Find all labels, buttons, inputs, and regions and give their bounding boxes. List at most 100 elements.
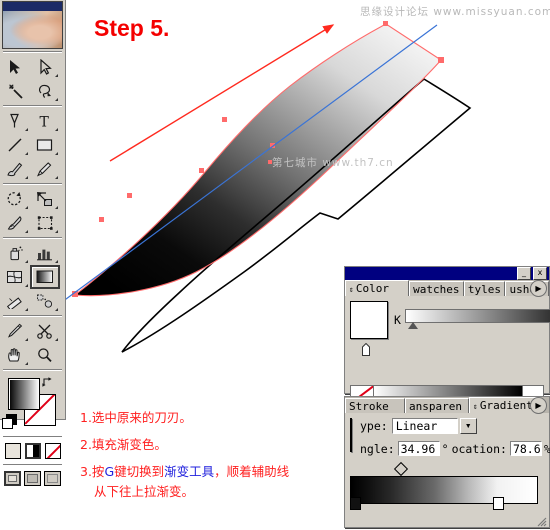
tab-stroke-label: Stroke bbox=[349, 400, 389, 413]
k-slider-track[interactable] bbox=[404, 309, 550, 323]
tool-expand-triangle[interactable] bbox=[55, 206, 58, 209]
tool-expand-triangle[interactable] bbox=[25, 176, 28, 179]
gradient-stop-left[interactable] bbox=[350, 497, 361, 510]
paintbrush-tool[interactable] bbox=[0, 157, 30, 181]
tool-expand-triangle[interactable] bbox=[25, 284, 28, 287]
screen-mode-row[interactable] bbox=[0, 468, 65, 490]
default-fill-box bbox=[2, 418, 13, 429]
symbol-sprayer-tool[interactable] bbox=[0, 241, 30, 265]
close-button[interactable]: x bbox=[533, 267, 547, 280]
toolbox-banner-image bbox=[2, 1, 63, 49]
chevron-down-icon[interactable]: ▼ bbox=[459, 418, 477, 434]
instruction-line-1: 1.选中原来的刀刃。 bbox=[80, 410, 192, 425]
color-palette-titlebar[interactable]: _ x bbox=[345, 267, 549, 280]
gradient-type-value: Linear bbox=[395, 419, 438, 433]
watermark-top: 思缘设计论坛 www.missyuan.com bbox=[360, 6, 550, 18]
gradient-palette-body: ype: Linear ▼ ngle: 34.96 ° ocation: 78.… bbox=[345, 413, 550, 527]
tool-expand-triangle[interactable] bbox=[55, 230, 58, 233]
tool-expand-triangle[interactable] bbox=[25, 128, 28, 131]
gradient-angle-field[interactable]: 34.96 bbox=[397, 441, 440, 456]
column-graph-tool[interactable] bbox=[30, 241, 60, 265]
tool-expand-triangle[interactable] bbox=[55, 308, 58, 311]
instruction-line-2: 2.填充渐变色。 bbox=[80, 437, 167, 452]
divider bbox=[3, 464, 62, 466]
free-transform-tool[interactable] bbox=[30, 211, 60, 235]
scale-tool[interactable] bbox=[30, 187, 60, 211]
instruction-3-tool: 渐变工具 bbox=[164, 464, 215, 479]
tool-expand-triangle[interactable] bbox=[55, 152, 58, 155]
palette-menu-arrow-icon[interactable]: ▶ bbox=[530, 397, 547, 414]
blend-tool[interactable] bbox=[30, 289, 60, 313]
gradient-fill-mode-button[interactable] bbox=[24, 443, 41, 459]
color-fill-mode-button[interactable] bbox=[4, 443, 21, 459]
tab-stroke[interactable]: Stroke bbox=[345, 398, 405, 413]
color-palette[interactable]: _ x ⇕ Color watches tyles ushes ▶ K bbox=[344, 266, 550, 404]
tab-color[interactable]: ⇕ Color bbox=[345, 280, 410, 296]
standard-screen-mode-button[interactable] bbox=[4, 471, 21, 486]
tab-styles[interactable]: tyles bbox=[463, 281, 506, 296]
slice-tool[interactable] bbox=[0, 319, 30, 343]
eyedropper-tool[interactable] bbox=[0, 289, 30, 313]
toolbox-panel[interactable]: T bbox=[0, 0, 66, 486]
divider bbox=[3, 237, 62, 239]
tool-expand-triangle[interactable] bbox=[55, 74, 58, 77]
tab-transparency[interactable]: ansparen bbox=[405, 398, 469, 413]
gradient-type-select[interactable]: Linear bbox=[391, 418, 458, 434]
tool-expand-triangle[interactable] bbox=[55, 260, 58, 263]
gradient-preview-swatch[interactable] bbox=[350, 418, 352, 452]
line-segment-tool[interactable] bbox=[0, 133, 30, 157]
active-fill-swatch[interactable] bbox=[350, 301, 388, 339]
k-slider-thumb[interactable] bbox=[407, 322, 418, 329]
venus-illustration bbox=[3, 11, 62, 48]
tool-expand-triangle[interactable] bbox=[25, 308, 28, 311]
gradient-stop-right[interactable] bbox=[493, 497, 504, 510]
minimize-button[interactable]: _ bbox=[517, 267, 531, 280]
tool-expand-triangle[interactable] bbox=[55, 338, 58, 341]
tool-expand-triangle[interactable] bbox=[25, 230, 28, 233]
pen-tool[interactable] bbox=[0, 109, 30, 133]
full-screen-with-menu-button[interactable] bbox=[24, 471, 41, 486]
tool-expand-triangle[interactable] bbox=[25, 362, 28, 365]
hand-tool[interactable] bbox=[0, 343, 30, 367]
none-fill-mode-button[interactable] bbox=[44, 443, 61, 459]
lasso-tool[interactable] bbox=[30, 79, 60, 103]
swap-fill-stroke-icon[interactable] bbox=[42, 375, 54, 387]
tab-swatches[interactable]: watches bbox=[409, 281, 464, 296]
rectangle-tool[interactable] bbox=[30, 133, 60, 157]
page-title: Step 5. bbox=[94, 15, 170, 41]
tool-expand-triangle[interactable] bbox=[55, 98, 58, 101]
palette-menu-arrow-icon[interactable]: ▶ bbox=[530, 280, 547, 297]
resize-grip-icon[interactable] bbox=[536, 514, 547, 527]
zoom-tool[interactable] bbox=[30, 343, 60, 367]
tool-expand-triangle[interactable] bbox=[55, 128, 58, 131]
tool-expand-triangle[interactable] bbox=[25, 152, 28, 155]
tool-expand-triangle[interactable] bbox=[55, 176, 58, 179]
tool-expand-triangle[interactable] bbox=[25, 338, 28, 341]
fill-mode-row[interactable] bbox=[0, 440, 65, 462]
gradient-midpoint-diamond[interactable] bbox=[393, 461, 409, 477]
gradient-palette-tabs[interactable]: Stroke ansparen ⇕ Gradient ▶ bbox=[345, 397, 549, 414]
gradient-location-label: ocation: bbox=[451, 441, 507, 456]
mesh-tool[interactable] bbox=[0, 265, 30, 289]
tool-expand-triangle[interactable] bbox=[25, 206, 28, 209]
selection-tool[interactable] bbox=[0, 55, 30, 79]
scissors-tool[interactable] bbox=[30, 319, 60, 343]
warp-tool[interactable] bbox=[0, 211, 30, 235]
rotate-tool[interactable] bbox=[0, 187, 30, 211]
divider bbox=[3, 436, 62, 438]
fill-stroke-cluster[interactable] bbox=[0, 374, 65, 434]
fill-swatch[interactable] bbox=[8, 378, 40, 410]
full-screen-mode-button[interactable] bbox=[44, 471, 61, 486]
type-tool[interactable]: T bbox=[30, 109, 60, 133]
direct-selection-tool[interactable] bbox=[30, 55, 60, 79]
gradient-tool[interactable] bbox=[30, 265, 60, 289]
magic-wand-tool[interactable] bbox=[0, 79, 30, 103]
gradient-location-field[interactable]: 78.6 bbox=[509, 441, 542, 456]
color-swatch-group[interactable] bbox=[350, 301, 388, 357]
pencil-tool[interactable] bbox=[30, 157, 60, 181]
gradient-ramp[interactable] bbox=[350, 476, 538, 504]
default-fill-stroke-icon[interactable] bbox=[2, 414, 17, 429]
tool-expand-triangle[interactable] bbox=[25, 260, 28, 263]
color-palette-tabs[interactable]: ⇕ Color watches tyles ushes ▶ bbox=[345, 280, 549, 297]
gradient-palette[interactable]: Stroke ansparen ⇕ Gradient ▶ ype: Linear … bbox=[344, 396, 550, 528]
